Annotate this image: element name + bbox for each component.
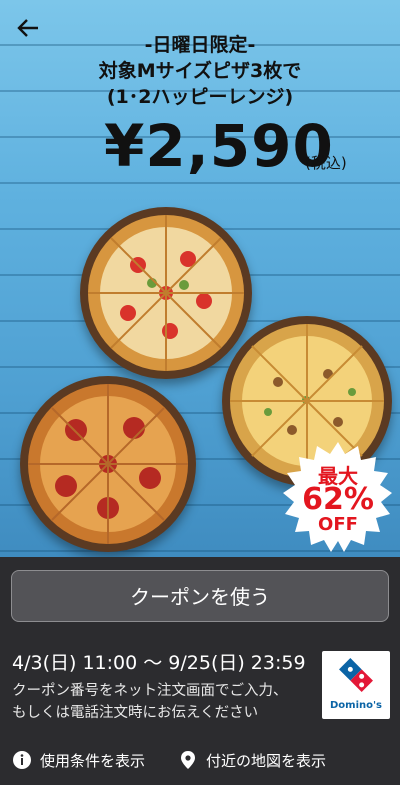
instructions-line2: もしくは電話注文時にお伝えください [12, 705, 259, 721]
instructions-line1: クーポン番号をネット注文画面でご入力、 [12, 683, 288, 699]
badge-line3: OFF [318, 514, 358, 535]
pizza-image [88, 215, 244, 371]
show-terms-label: 使用条件を表示 [40, 751, 146, 770]
promo-title-line3: (1･2ハッピーレンジ) [106, 86, 294, 108]
use-coupon-button[interactable]: クーポンを使う [11, 570, 389, 622]
coupon-instructions: クーポン番号をネット注文画面でご入力、 もしくは電話注文時にお伝えください [12, 680, 312, 724]
price: ¥2,590 [104, 112, 334, 180]
tax-note: (税込) [305, 154, 347, 172]
show-nearby-map-link[interactable]: 付近の地図を表示 [178, 746, 326, 774]
show-nearby-map-label: 付近の地図を表示 [206, 751, 327, 770]
validity-period: 4/3(日) 11:00 〜 9/25(日) 23:59 [12, 652, 306, 674]
logo-text: Domino's [329, 700, 383, 711]
info-icon [12, 750, 32, 770]
promo-title-line2: 対象Mサイズピザ3枚で [98, 60, 302, 82]
badge-line2: 62% [302, 482, 374, 517]
promo-title-line1: -日曜日限定- [144, 34, 256, 56]
show-terms-link[interactable]: 使用条件を表示 [12, 746, 145, 774]
pizza-image [28, 384, 188, 544]
map-pin-icon [178, 750, 198, 770]
